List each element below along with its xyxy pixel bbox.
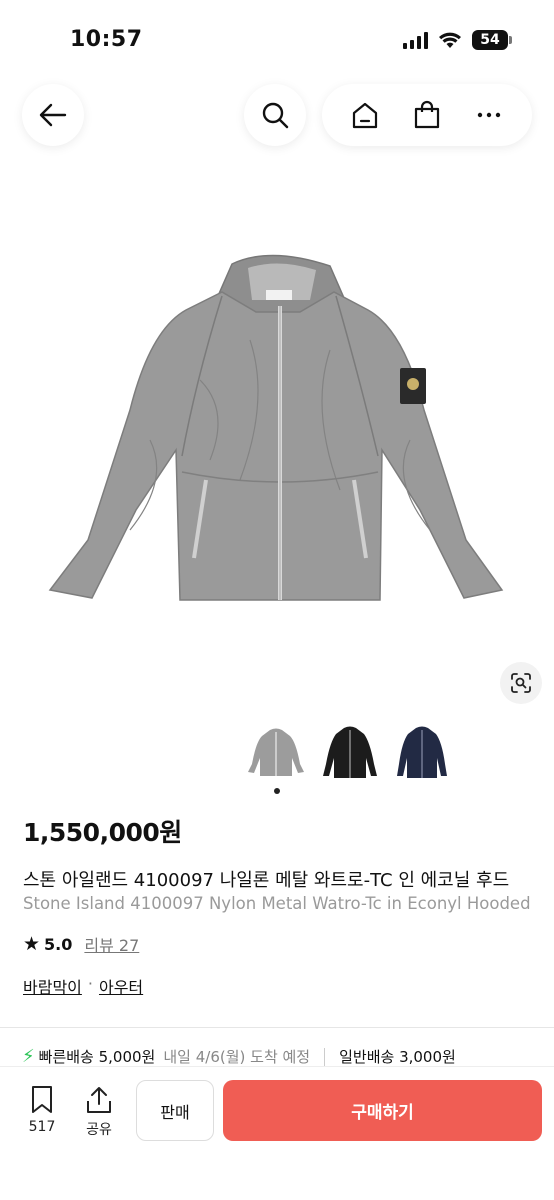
search-button[interactable] <box>244 84 306 146</box>
sell-button[interactable]: 판매 <box>136 1080 214 1141</box>
product-rating: ★ 5.0 리뷰 27 <box>23 932 139 956</box>
thumbnail-grey[interactable] <box>246 724 306 782</box>
battery-indicator: 54 <box>472 30 512 50</box>
reviews-link[interactable]: 리뷰 27 <box>84 932 139 956</box>
category-link-windbreaker[interactable]: 바람막이 <box>23 974 82 998</box>
share-label: 공유 <box>86 1122 112 1138</box>
home-icon <box>352 102 378 129</box>
product-price: 1,550,000원 <box>23 818 182 847</box>
black-jacket-thumbnail <box>323 726 377 778</box>
fast-shipping-eta: 내일 4/6(월) 도착 예정 <box>163 1048 311 1066</box>
fast-shipping-label: 빠른배송 5,000원 <box>38 1048 156 1066</box>
home-button[interactable] <box>343 93 387 137</box>
back-button[interactable] <box>22 84 84 146</box>
bottom-action-bar: 517 공유 판매 구매하기 <box>0 1066 554 1200</box>
navy-jacket-thumbnail <box>397 726 447 778</box>
carousel-indicator <box>274 788 280 794</box>
bookmark-count: 517 <box>28 1119 56 1135</box>
shopping-bag-icon <box>414 100 440 129</box>
star-icon: ★ <box>23 933 41 955</box>
thumbnail-black[interactable] <box>320 724 380 782</box>
product-title-english: Stone Island 4100097 Nylon Metal Watro-T… <box>23 894 531 913</box>
share-icon <box>87 1087 111 1113</box>
product-title-korean: 스톤 아일랜드 4100097 나일론 메탈 와트로-TC 인 에코닐 후드 <box>23 870 510 891</box>
cart-button[interactable] <box>405 93 449 137</box>
arrow-left-icon <box>39 103 67 127</box>
nav-action-group <box>322 84 532 146</box>
bookmark-button[interactable]: 517 <box>22 1085 62 1135</box>
shipping-options[interactable]: ⚡ 빠른배송 5,000원 내일 4/6(월) 도착 예정 일반배송 3,000… <box>22 1046 554 1067</box>
grey-jacket-thumbnail <box>248 728 304 776</box>
cellular-signal-icon <box>403 31 428 49</box>
lightning-icon: ⚡ <box>22 1046 35 1067</box>
wifi-icon <box>439 32 461 48</box>
search-icon <box>262 102 289 129</box>
shipping-divider <box>324 1047 326 1066</box>
image-search-button[interactable] <box>500 662 542 704</box>
product-image[interactable] <box>0 180 554 700</box>
more-button[interactable] <box>467 93 511 137</box>
thumbnail-navy[interactable] <box>392 724 452 782</box>
category-separator: · <box>87 974 93 993</box>
bookmark-icon <box>32 1086 52 1113</box>
section-divider <box>0 1027 554 1028</box>
rating-score: 5.0 <box>44 934 73 954</box>
grey-jacket-image <box>48 254 504 601</box>
more-horizontal-icon <box>477 112 501 118</box>
buy-button[interactable]: 구매하기 <box>223 1080 542 1141</box>
category-breadcrumb: 바람막이 · 아우터 <box>23 974 143 998</box>
normal-shipping-label: 일반배송 3,000원 <box>339 1048 456 1066</box>
status-time: 10:57 <box>70 27 143 52</box>
status-bar: 10:57 54 <box>0 0 554 80</box>
status-icons: 54 <box>403 30 512 50</box>
share-button[interactable]: 공유 <box>79 1085 119 1139</box>
thumbnail-strip <box>0 724 554 784</box>
lens-icon <box>511 673 531 693</box>
category-link-outer[interactable]: 아우터 <box>99 974 143 998</box>
